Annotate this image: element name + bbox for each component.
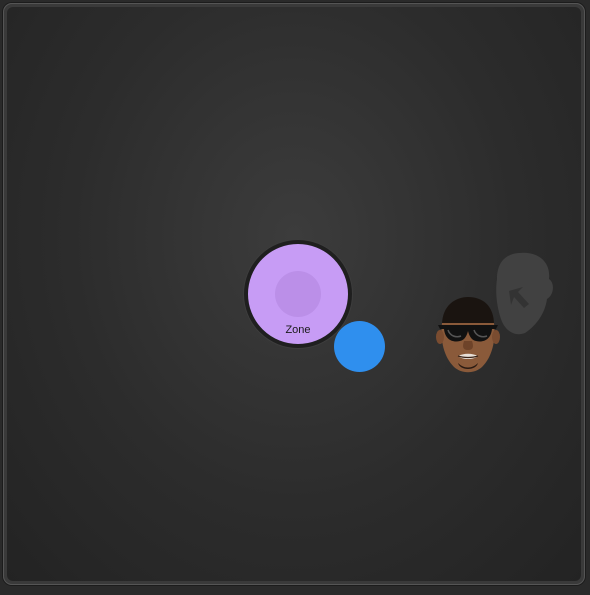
player-ball[interactable] [334, 321, 385, 372]
opponent-face-avatar[interactable] [434, 295, 500, 375]
game-board[interactable]: Zone [7, 7, 581, 581]
zone-label: Zone [285, 324, 311, 336]
target-zone: Zone [244, 240, 352, 348]
zone-center [275, 271, 321, 317]
